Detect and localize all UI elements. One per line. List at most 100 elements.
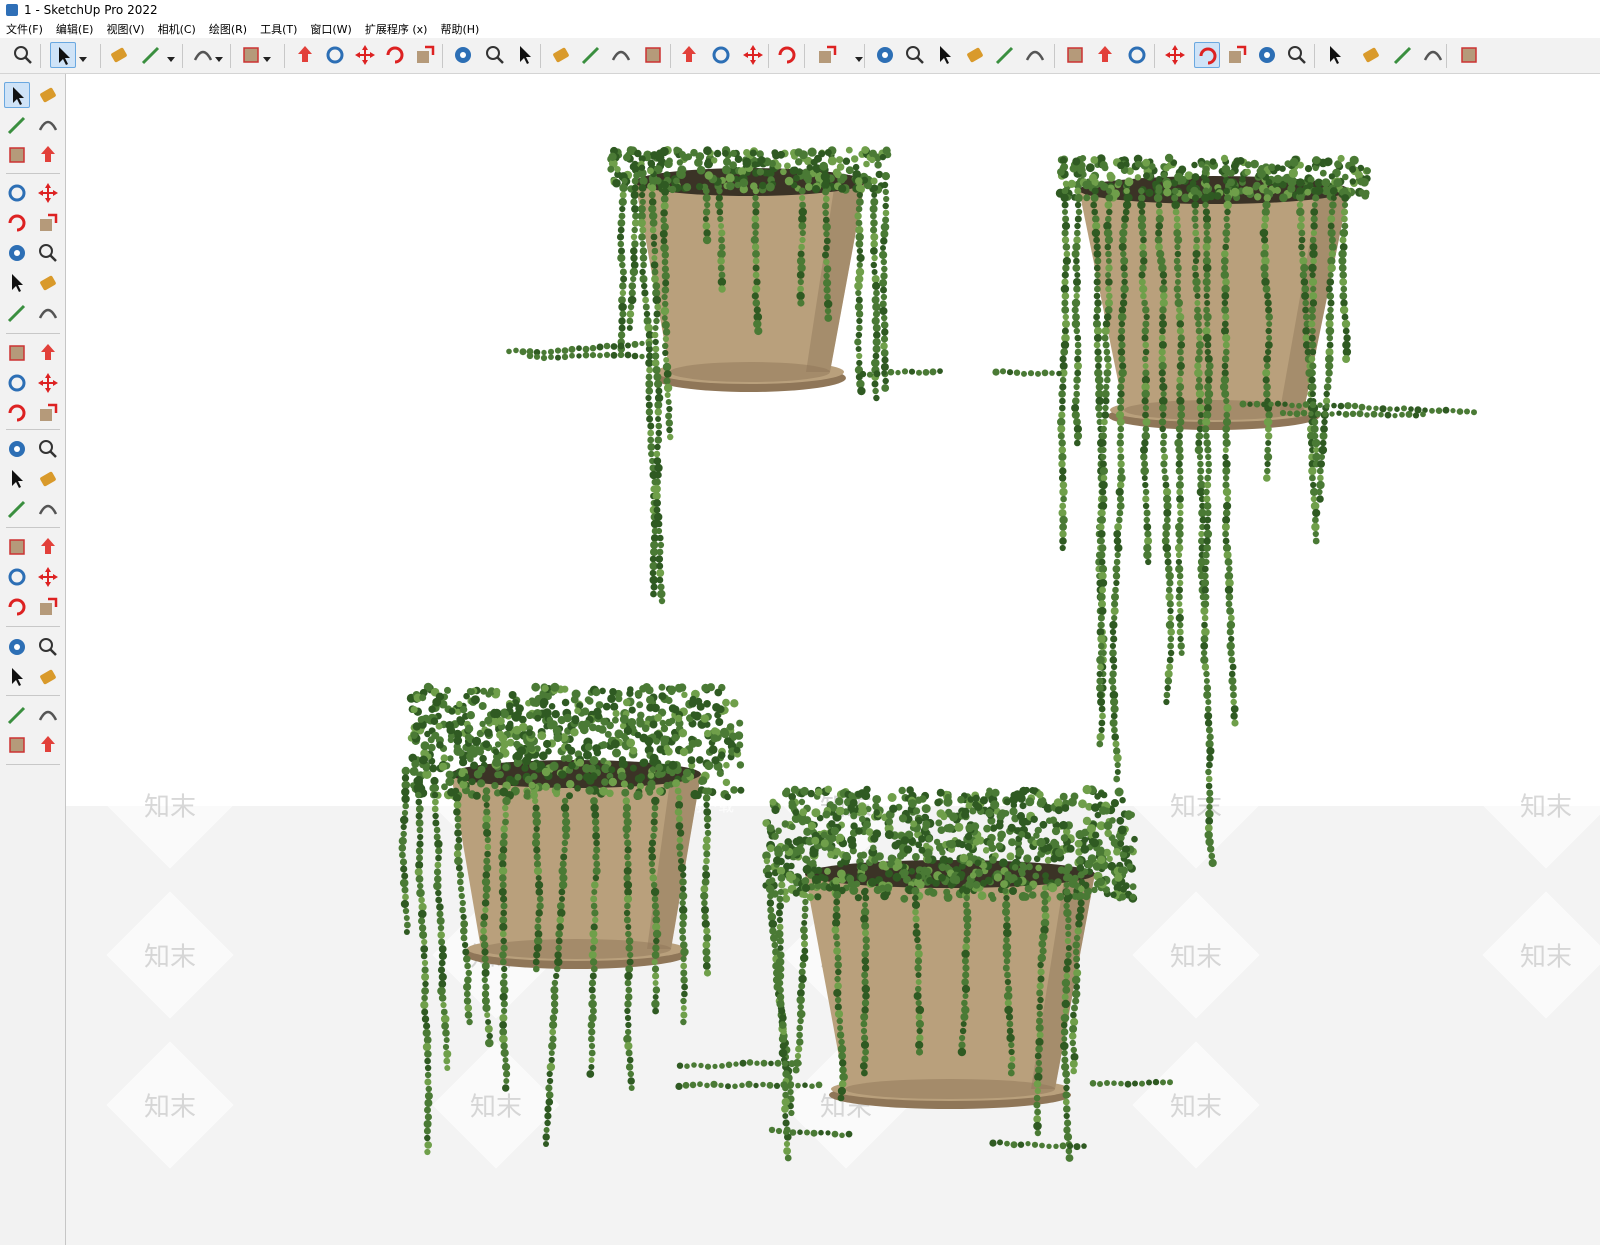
toolbar-zoom-button[interactable]	[10, 42, 36, 68]
toolbar-account-button[interactable]	[814, 42, 840, 68]
palette-axes-button[interactable]	[4, 496, 30, 522]
palette-pencil-button[interactable]	[4, 180, 30, 206]
toolbar-orbit-button[interactable]	[548, 42, 574, 68]
toolbar-iso-view-button[interactable]	[872, 42, 898, 68]
palette-offset-button[interactable]	[35, 300, 61, 326]
palette-look-around-button[interactable]	[35, 634, 61, 660]
palette-move-button[interactable]	[4, 340, 30, 366]
toolbar-comment-button[interactable]	[1358, 42, 1384, 68]
palette-scene-button[interactable]	[4, 732, 30, 758]
toolbar-pan-button[interactable]	[578, 42, 604, 68]
toolbar-follow-me-button[interactable]	[322, 42, 348, 68]
toolbar-pencil-button[interactable]	[138, 42, 164, 68]
toolbar-checker-button[interactable]	[1254, 42, 1280, 68]
toolbar-zoom-tool-button[interactable]	[608, 42, 634, 68]
palette-rotate-button[interactable]	[4, 370, 30, 396]
toolbar-left-view-button[interactable]	[1022, 42, 1048, 68]
menu-help[interactable]: 帮助(H)	[440, 21, 479, 37]
toolbar-layers-button[interactable]	[676, 42, 702, 68]
toolbar-right-view-button[interactable]	[902, 42, 928, 68]
menu-extensions[interactable]: 扩展程序 (x)	[365, 21, 428, 37]
palette-pie-button[interactable]	[4, 300, 30, 326]
palette-arc-2pt-button[interactable]	[35, 270, 61, 296]
palette-polygon-button[interactable]	[35, 240, 61, 266]
palette-layer-button[interactable]	[4, 702, 30, 728]
toolbar-rotate-button[interactable]	[382, 42, 408, 68]
dropdown-arrow-icon[interactable]	[262, 52, 272, 62]
palette-paint-button[interactable]	[4, 112, 30, 138]
toolbar-tape-measure-button[interactable]	[450, 42, 476, 68]
toolbar-section-button[interactable]	[1062, 42, 1088, 68]
toolbar-eraser-button[interactable]	[106, 42, 132, 68]
palette-offset-tool-button[interactable]	[35, 400, 61, 426]
palette-tag-button[interactable]	[35, 142, 61, 168]
toolbar-front-view-button[interactable]	[932, 42, 958, 68]
toolbar-components-button[interactable]	[774, 42, 800, 68]
toolbar-outer-shell-button[interactable]	[1124, 42, 1150, 68]
dropdown-arrow-icon[interactable]	[166, 52, 176, 62]
palette-zoom-button[interactable]	[4, 564, 30, 590]
palette-settings-button[interactable]	[35, 732, 61, 758]
palette-prev-view-button[interactable]	[35, 594, 61, 620]
palette-component-button[interactable]	[4, 142, 30, 168]
palette-orbit-button[interactable]	[35, 82, 61, 108]
palette-dimension-button[interactable]	[35, 436, 61, 462]
toolbar-top-view-button[interactable]	[962, 42, 988, 68]
toolbar-scenes-button[interactable]	[740, 42, 766, 68]
toolbar-text-button[interactable]	[482, 42, 508, 68]
palette-eraser-button[interactable]	[35, 112, 61, 138]
palette-walk-button[interactable]	[4, 664, 30, 690]
menu-file[interactable]: 文件(F)	[6, 21, 43, 37]
menu-view[interactable]: 视图(V)	[106, 21, 144, 37]
menu-camera[interactable]: 相机(C)	[158, 21, 196, 37]
palette-push-pull-button[interactable]	[35, 340, 61, 366]
toolbar-rectangle-button[interactable]	[238, 42, 264, 68]
palette-text-button[interactable]	[35, 466, 61, 492]
toolbar-scale-button[interactable]	[412, 42, 438, 68]
toolbar-cart-button[interactable]	[1420, 42, 1446, 68]
palette-style-button[interactable]	[35, 702, 61, 728]
toolbar-push-pull-button[interactable]	[292, 42, 318, 68]
arc-icon	[190, 42, 216, 68]
toolbar-select-button[interactable]	[50, 42, 76, 68]
menu-window[interactable]: 窗口(W)	[310, 21, 351, 37]
palette-scale-button[interactable]	[4, 400, 30, 426]
palette-circle-button[interactable]	[4, 240, 30, 266]
toolbar-extensions-button[interactable]	[1322, 42, 1348, 68]
toolbar-back-view-button[interactable]	[992, 42, 1018, 68]
palette-protractor-button[interactable]	[4, 466, 30, 492]
toolbar-paint-bucket-button[interactable]	[512, 42, 538, 68]
palette-section-plane-button[interactable]	[35, 664, 61, 690]
palette-zoom-window-button[interactable]	[35, 564, 61, 590]
toolbar-info-button[interactable]	[1390, 42, 1416, 68]
palette-freehand-button[interactable]	[35, 180, 61, 206]
palette-position-camera-button[interactable]	[4, 634, 30, 660]
palette-follow-me-button[interactable]	[35, 370, 61, 396]
toolbar-add-button[interactable]	[1162, 42, 1188, 68]
palette-pan-button[interactable]	[35, 534, 61, 560]
palette-orbit-tool-button[interactable]	[4, 534, 30, 560]
menu-edit[interactable]: 编辑(E)	[56, 21, 94, 37]
toolbar-materials-button[interactable]	[1224, 42, 1250, 68]
dropdown-arrow-icon[interactable]	[854, 52, 864, 62]
palette-rectangle-button[interactable]	[4, 210, 30, 236]
toolbar-zoom-extents-button[interactable]	[640, 42, 666, 68]
toolbar-solid-tools-button[interactable]	[1092, 42, 1118, 68]
toolbar-user-button[interactable]	[1456, 42, 1482, 68]
model-viewport[interactable]: 知末知末知末知末知末知末知末知末知末知末知末知末知末知末 会员到知末网下载	[66, 74, 1600, 1245]
palette-tape-button[interactable]	[4, 436, 30, 462]
palette-select-button[interactable]	[4, 82, 30, 108]
menu-tools[interactable]: 工具(T)	[260, 21, 297, 37]
palette-zoom-extents-button[interactable]	[4, 594, 30, 620]
toolbar-geo-location-button[interactable]	[1194, 42, 1220, 68]
toolbar-arc-button[interactable]	[190, 42, 216, 68]
palette-3d-text-button[interactable]	[35, 496, 61, 522]
toolbar-cloud-button[interactable]	[1284, 42, 1310, 68]
dropdown-arrow-icon[interactable]	[78, 52, 88, 62]
toolbar-move-button[interactable]	[352, 42, 378, 68]
toolbar-styles-button[interactable]	[708, 42, 734, 68]
palette-rotated-rect-button[interactable]	[35, 210, 61, 236]
menu-draw[interactable]: 绘图(R)	[209, 21, 247, 37]
dropdown-arrow-icon[interactable]	[214, 52, 224, 62]
palette-arc-button[interactable]	[4, 270, 30, 296]
